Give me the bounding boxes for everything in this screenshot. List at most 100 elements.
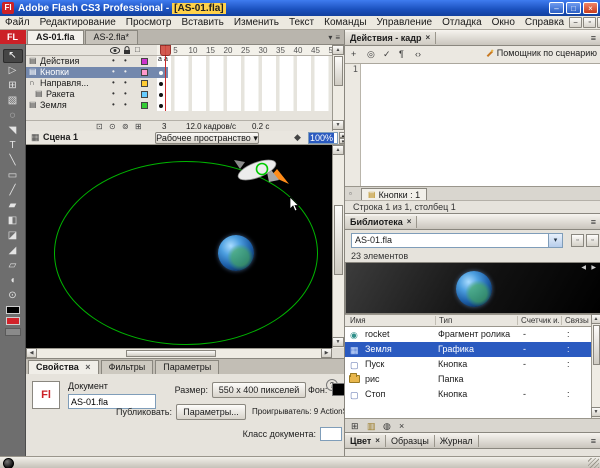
tab-properties[interactable]: Свойства × [28, 360, 99, 374]
menu-window[interactable]: Окно [487, 16, 520, 29]
layer-lock-dot[interactable]: • [124, 78, 127, 88]
layer-lock-dot[interactable]: • [124, 67, 127, 77]
layer-row-rocket[interactable]: ▤ Ракета • • [26, 89, 332, 100]
stage-vertical-scrollbar[interactable]: ▲ ▼ [332, 145, 344, 348]
library-scrollbar[interactable]: ▲ ▼ [591, 314, 600, 418]
document-tab-as01[interactable]: AS-01.fla [27, 30, 84, 44]
new-library-window-icon[interactable]: ▫ [586, 234, 599, 247]
panel-menu-icon[interactable]: ≡ [335, 33, 340, 42]
stroke-color-swatch[interactable] [6, 306, 20, 314]
scene-label[interactable]: Сцена 1 [43, 132, 78, 142]
resize-grip[interactable] [588, 458, 599, 468]
ink-bottle-tool[interactable]: ◧ [3, 214, 23, 228]
column-use-count[interactable]: Счетчик и... [517, 316, 559, 325]
zoom-input[interactable]: 100% [308, 132, 338, 144]
layer-outline-color[interactable] [141, 69, 148, 76]
layer-name[interactable]: Ракета [46, 89, 114, 99]
rocket-sprite[interactable] [231, 149, 295, 193]
menu-text[interactable]: Текст [284, 16, 319, 29]
lasso-tool[interactable]: ◌ [3, 109, 23, 123]
close-icon[interactable]: × [375, 436, 380, 445]
layer-visible-dot[interactable]: • [112, 56, 115, 66]
menu-help[interactable]: Справка [520, 16, 569, 29]
new-symbol-icon[interactable]: ⊞ [351, 421, 359, 432]
tab-history[interactable]: Журнал [435, 435, 479, 447]
free-transform-tool[interactable]: ⊞ [3, 79, 23, 93]
lock-layers-icon[interactable] [123, 46, 131, 55]
layer-visible-dot[interactable]: • [112, 67, 115, 77]
new-folder-icon[interactable]: ▥ [367, 421, 376, 432]
menu-edit[interactable]: Редактирование [35, 16, 121, 29]
library-panel-header[interactable]: Библиотека × ≡ [345, 214, 600, 230]
panel-collapse-icon[interactable]: ▾ [328, 33, 332, 42]
scroll-up-arrow[interactable]: ▲ [591, 314, 600, 324]
keyframe-dot[interactable] [159, 104, 163, 108]
scroll-up-arrow[interactable]: ▲ [332, 45, 344, 55]
pin-library-icon[interactable]: ▫ [571, 234, 584, 247]
show-hide-layers-icon[interactable] [110, 47, 120, 54]
layer-name[interactable]: Кнопки [40, 67, 108, 77]
pen-tool[interactable]: ◥ [3, 124, 23, 138]
color-panel-header[interactable]: Цвет × Образцы Журнал ≡ [345, 433, 600, 449]
layer-frames[interactable] [157, 100, 332, 111]
insert-target-path-icon[interactable]: ◎ [367, 49, 375, 60]
hand-tool[interactable]: ◖ [3, 274, 23, 288]
layer-outline-color[interactable] [141, 91, 148, 98]
onion-skin-icon[interactable]: ⊙ [109, 122, 116, 131]
size-button[interactable]: 550 x 400 пикселей [212, 382, 306, 398]
menu-insert[interactable]: Вставить [176, 16, 228, 29]
close-icon[interactable]: × [407, 217, 412, 226]
panel-menu-icon[interactable]: ≡ [591, 217, 600, 227]
library-panel-tab[interactable]: Библиотека × [345, 216, 417, 228]
paint-bucket-tool[interactable]: ◪ [3, 229, 23, 243]
layer-outline-color[interactable] [141, 58, 148, 65]
layer-row-buttons[interactable]: ▤ Кнопки • • [26, 67, 332, 78]
tab-filters[interactable]: Фильтры [101, 360, 154, 374]
preview-resize-right-icon[interactable]: ▶ [591, 264, 596, 271]
tool-options[interactable] [5, 328, 21, 336]
publish-settings-button[interactable]: Параметры... [176, 404, 246, 420]
library-document-select[interactable]: AS-01.fla ▾ [351, 233, 563, 248]
menu-control[interactable]: Управление [372, 16, 438, 29]
column-name[interactable]: Имя [347, 316, 433, 325]
script-assist-button[interactable]: Помощник по сценарию [485, 48, 597, 58]
scrollbar-thumb[interactable] [126, 350, 216, 357]
close-button[interactable]: × [583, 2, 598, 14]
playhead-marker[interactable] [160, 45, 171, 56]
selection-tool[interactable]: ↖ [3, 49, 23, 63]
workspace-button[interactable]: Рабочее пространство ▾ [155, 132, 259, 144]
layer-name[interactable]: Земля [40, 100, 108, 110]
maximize-button[interactable]: □ [566, 2, 581, 14]
scroll-up-arrow[interactable]: ▲ [332, 145, 344, 155]
document-class-input[interactable] [320, 427, 342, 441]
layer-lock-dot[interactable]: • [124, 100, 127, 110]
outline-layers-icon[interactable]: □ [135, 45, 140, 54]
keyframe-dot[interactable] [159, 93, 163, 97]
menu-view[interactable]: Просмотр [121, 16, 177, 29]
library-item-rocket[interactable]: ◉ rocket Фрагмент ролика - : [345, 327, 591, 342]
layer-row-guide[interactable]: ∩ Направля... • • [26, 78, 332, 89]
chevron-down-icon[interactable]: ▾ [548, 234, 562, 247]
center-frame-icon[interactable]: ⊡ [96, 122, 103, 131]
brush-tool[interactable]: ▰ [3, 199, 23, 213]
onion-skin-outline-icon[interactable]: ⊚ [122, 122, 129, 131]
column-linkage[interactable]: Связыва... [561, 316, 589, 325]
stage-horizontal-scrollbar[interactable]: ◀ ▶ [26, 348, 332, 358]
tab-swatches[interactable]: Образцы [386, 435, 435, 447]
stage-canvas[interactable] [26, 145, 332, 348]
library-item-start[interactable]: ▢ Пуск Кнопка - : [345, 357, 591, 372]
minimize-button[interactable]: – [549, 2, 564, 14]
earth-graphic[interactable] [218, 235, 254, 271]
layer-row-earth[interactable]: ▤ Земля • • [26, 100, 332, 111]
scrollbar-thumb[interactable] [334, 56, 343, 86]
keyframe-dot[interactable] [159, 71, 163, 75]
layer-lock-dot[interactable]: • [124, 56, 127, 66]
scroll-down-arrow[interactable]: ▼ [332, 337, 344, 347]
gradient-transform-tool[interactable]: ▧ [3, 94, 23, 108]
auto-format-icon[interactable]: ¶ [399, 49, 404, 59]
actions-panel-header[interactable]: Действия - кадр × ≡ [345, 30, 600, 46]
scroll-right-arrow[interactable]: ▶ [321, 348, 332, 358]
eraser-tool[interactable]: ▱ [3, 259, 23, 273]
text-tool[interactable]: T [3, 139, 23, 153]
menu-file[interactable]: Файл [0, 16, 35, 29]
